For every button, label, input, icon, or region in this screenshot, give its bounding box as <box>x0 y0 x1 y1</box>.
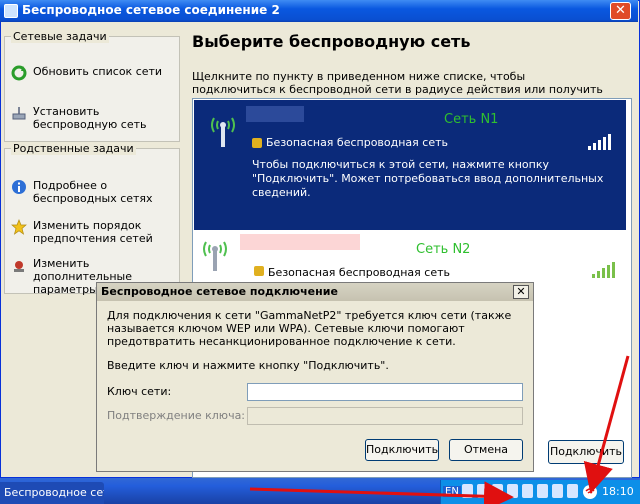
network-key-input[interactable] <box>247 383 523 401</box>
related-tasks-pane: Родственные задачи Подробнее о беспровод… <box>4 142 180 296</box>
dialog-connect-button[interactable]: Подключить <box>365 439 439 461</box>
dialog-title: Беспроводное сетевое подключение <box>101 285 338 298</box>
network-key-dialog: Беспроводное сетевое подключение ✕ Для п… <box>96 282 534 472</box>
task-refresh-network-list[interactable]: Обновить список сети <box>11 65 175 81</box>
page-title: Выберите беспроводную сеть <box>192 32 471 51</box>
confirm-key-label: Подтверждение ключа: <box>107 409 246 422</box>
network-security: Безопасная беспроводная сеть <box>266 136 448 149</box>
star-icon <box>11 219 27 235</box>
wireless-antenna-icon <box>208 112 238 155</box>
task-change-preferred-order[interactable]: Изменить порядок предпочтения сетей <box>11 219 175 245</box>
network-name: Сеть N2 <box>416 242 471 257</box>
network-security: Безопасная беспроводная сеть <box>268 266 450 279</box>
lock-icon <box>252 138 262 148</box>
setup-wireless-icon <box>11 105 27 121</box>
tray-app-icon[interactable] <box>537 484 548 498</box>
network-tasks-pane: Сетевые задачи Обновить список сети Уста… <box>4 30 180 142</box>
pane-title: Родственные задачи <box>11 142 136 155</box>
network-name: Сеть N1 <box>444 112 499 127</box>
tray-app-icon[interactable] <box>567 484 578 498</box>
network-key-label: Ключ сети: <box>107 385 172 398</box>
task-setup-wireless[interactable]: Установить беспроводную сеть <box>11 105 175 131</box>
network-ssid-redacted <box>246 106 304 122</box>
network-item-1[interactable]: Сеть N1 Безопасная беспроводная сеть Что… <box>194 100 626 230</box>
wireless-antenna-icon <box>200 236 230 279</box>
signal-strength-icon <box>588 130 611 150</box>
wireless-tray-icon[interactable] <box>582 484 598 503</box>
taskbar-clock: 18:10 <box>602 485 634 498</box>
network-details: Чтобы подключиться к этой сети, нажмите … <box>252 158 604 199</box>
taskbar-window-button[interactable]: Беспроводное сетев... <box>0 482 104 504</box>
info-icon <box>11 179 27 195</box>
dialog-cancel-button[interactable]: Отмена <box>449 439 523 461</box>
task-label: Установить беспроводную сеть <box>33 105 147 131</box>
window-titlebar[interactable]: Беспроводное сетевое соединение 2 ✕ <box>0 0 638 22</box>
tray-app-icon[interactable] <box>552 484 563 498</box>
language-indicator[interactable]: EN <box>443 486 461 497</box>
dialog-prompt: Введите ключ и нажмите кнопку "Подключит… <box>107 359 389 372</box>
task-learn-wireless[interactable]: Подробнее о беспроводных сетях <box>11 179 175 205</box>
confirm-key-input[interactable] <box>247 407 523 425</box>
signal-strength-icon <box>592 258 615 278</box>
task-label: Изменить порядок предпочтения сетей <box>33 219 153 245</box>
tray-app-icon[interactable] <box>492 484 503 498</box>
network-connection-icon <box>4 4 18 18</box>
tray-icons <box>462 484 578 498</box>
dialog-titlebar[interactable]: Беспроводное сетевое подключение ✕ <box>97 283 533 301</box>
pane-title: Сетевые задачи <box>11 30 109 43</box>
network-item-2[interactable]: Сеть N2 Безопасная беспроводная сеть <box>194 230 626 290</box>
close-button[interactable]: ✕ <box>610 2 631 20</box>
refresh-icon <box>11 65 27 81</box>
task-label: Обновить список сети <box>33 65 163 78</box>
dialog-close-button[interactable]: ✕ <box>513 285 529 299</box>
connect-button[interactable]: Подключить <box>548 440 624 464</box>
tray-app-icon[interactable] <box>462 484 473 498</box>
settings-icon <box>11 257 27 273</box>
tray-app-icon[interactable] <box>477 484 488 498</box>
tray-app-icon[interactable] <box>507 484 518 498</box>
dialog-message: Для подключения к сети "GammaNetP2" треб… <box>107 309 512 348</box>
tray-app-icon[interactable] <box>522 484 533 498</box>
task-label: Подробнее о беспроводных сетях <box>33 179 153 205</box>
lock-icon <box>254 266 264 276</box>
network-ssid-redacted <box>240 234 360 250</box>
window-title: Беспроводное сетевое соединение 2 <box>22 3 280 17</box>
